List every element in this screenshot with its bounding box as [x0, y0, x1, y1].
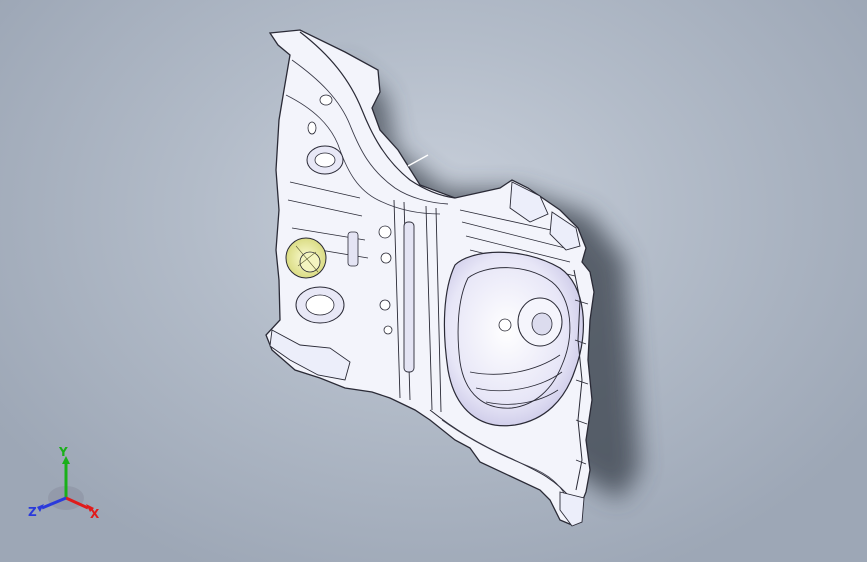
- annotation-leader: [407, 154, 429, 167]
- z-axis-label: Z: [28, 505, 37, 519]
- vertical-slot: [403, 221, 415, 373]
- lower-left-hole-a: [379, 299, 391, 311]
- graphics-viewport[interactable]: Y X Z: [0, 0, 867, 562]
- lower-left-hole-d: [380, 252, 392, 264]
- upper-left-hole-inner: [314, 152, 336, 168]
- small-hole-2: [307, 121, 317, 135]
- lower-left-oval-inner: [305, 294, 335, 316]
- reference-triad: Y X Z: [28, 446, 100, 521]
- well-small-boss: [498, 318, 512, 332]
- y-axis-label: Y: [58, 446, 68, 459]
- x-axis-label: X: [90, 507, 100, 521]
- lower-left-hole-c: [378, 225, 392, 239]
- well-center-hub-inner: [531, 312, 553, 336]
- lower-left-hole-b: [383, 325, 393, 335]
- left-panel-slot: [347, 231, 359, 267]
- cad-model-view[interactable]: [0, 0, 867, 562]
- small-hole-1: [319, 94, 333, 106]
